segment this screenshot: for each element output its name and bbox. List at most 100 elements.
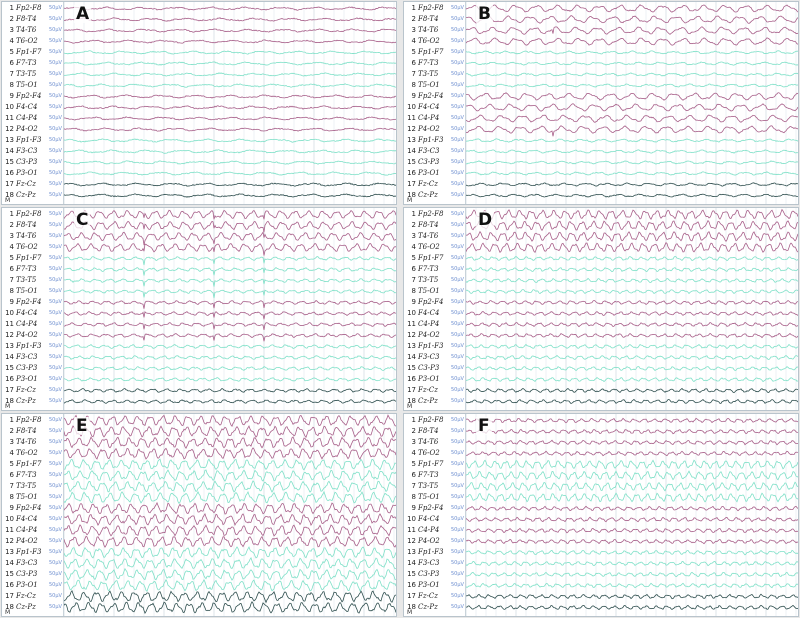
channel-row: 3 T4-T6 50µV (2, 437, 64, 448)
scale-label: 50µV (451, 170, 464, 176)
eeg-panel-e: 1 Fp2-F8 50µV 2 F8-T4 50µV 3 T4-T6 50µV 4 T6-O2 50µ… (1, 413, 397, 617)
channel-number: 10 (407, 103, 416, 111)
eeg-traces-svg (64, 414, 396, 616)
scale-label: 50µV (49, 494, 62, 500)
eeg-trace-area (466, 414, 798, 616)
channel-row: 6 F7-T3 50µV (2, 58, 64, 69)
scale-label: 50µV (451, 126, 464, 132)
channel-row: 17 Fz-Cz 50µV (404, 591, 466, 602)
channel-labels-b: 1 Fp2-F8 50µV 2 F8-T4 50µV 3 T4-T6 50µV 4 T6-O2 50µ… (404, 2, 466, 204)
scale-label: 50µV (49, 538, 62, 544)
scale-label: 50µV (451, 71, 464, 77)
channel-number: 3 (411, 438, 416, 446)
channel-name: T6-O2 (418, 243, 440, 251)
channel-name: F8-T4 (418, 221, 439, 229)
channel-row: 11 C4-P4 50µV (404, 113, 466, 124)
channel-row: 18 Cz-Pz 50µV (404, 396, 466, 407)
channel-name: T6-O2 (16, 449, 38, 457)
channel-name: Fp2-F8 (16, 210, 42, 218)
channel-row: 13 Fp1-F3 50µV (2, 341, 64, 352)
channel-name: T4-T6 (16, 232, 37, 240)
channel-name: F4-C4 (418, 103, 440, 111)
scale-label: 50µV (49, 343, 62, 349)
channel-number: 1 (411, 4, 416, 12)
eeg-traces-svg (466, 2, 798, 204)
channel-number: 6 (411, 265, 416, 273)
scale-label: 50µV (451, 398, 464, 404)
channel-row: 14 F3-C3 50µV (404, 352, 466, 363)
channel-name: Fz-Cz (418, 180, 438, 188)
channel-name: F4-C4 (418, 309, 440, 317)
channel-row: 3 T4-T6 50µV (404, 25, 466, 36)
channel-name: Fp1-F3 (418, 136, 444, 144)
channel-number: 17 (407, 592, 416, 600)
channel-row: 16 P3-O1 50µV (2, 374, 64, 385)
channel-name: Fp2-F8 (418, 210, 444, 218)
scale-label: 50µV (451, 60, 464, 66)
channel-row: 6 F7-T3 50µV (404, 470, 466, 481)
scale-label: 50µV (49, 211, 62, 217)
channel-row: 7 T3-T5 50µV (404, 275, 466, 286)
channel-number: 17 (5, 180, 14, 188)
channel-row: 1 Fp2-F8 50µV (2, 209, 64, 220)
channel-name: F8-T4 (16, 221, 37, 229)
channel-number: 15 (407, 364, 416, 372)
channel-row: 8 T5-O1 50µV (2, 492, 64, 503)
scale-label: 50µV (451, 571, 464, 577)
channel-name: Cz-Pz (418, 191, 438, 199)
channel-row: 11 C4-P4 50µV (404, 525, 466, 536)
channel-row: 4 T6-O2 50µV (2, 448, 64, 459)
channel-row: 13 Fp1-F3 50µV (2, 135, 64, 146)
channel-row: 4 T6-O2 50µV (404, 36, 466, 47)
channel-number: 14 (407, 353, 416, 361)
scale-label: 50µV (49, 5, 62, 11)
channel-labels-c: 1 Fp2-F8 50µV 2 F8-T4 50µV 3 T4-T6 50µV 4 T6-O2 50µ… (2, 208, 64, 410)
scale-label: 50µV (49, 255, 62, 261)
scale-label: 50µV (451, 16, 464, 22)
channel-number: 2 (411, 15, 416, 23)
channel-row: 13 Fp1-F3 50µV (404, 547, 466, 558)
eeg-traces-svg (466, 414, 798, 616)
scale-label: 50µV (49, 560, 62, 566)
channel-number: 7 (411, 482, 416, 490)
channel-row: 13 Fp1-F3 50µV (404, 341, 466, 352)
scale-label: 50µV (451, 192, 464, 198)
marker-label: M (407, 403, 413, 410)
channel-number: 10 (407, 309, 416, 317)
scale-label: 50µV (49, 398, 62, 404)
channel-number: 5 (411, 48, 416, 56)
channel-name: Fp1-F3 (16, 136, 42, 144)
channel-name: F7-T3 (16, 59, 37, 67)
channel-name: Cz-Pz (16, 397, 36, 405)
marker-label: M (407, 609, 413, 616)
channel-number: 13 (5, 136, 14, 144)
scale-label: 50µV (49, 170, 62, 176)
channel-row: 10 F4-C4 50µV (2, 308, 64, 319)
channel-row: 2 F8-T4 50µV (2, 220, 64, 231)
channel-name: P4-O2 (16, 331, 38, 339)
channel-row: 2 F8-T4 50µV (2, 426, 64, 437)
channel-name: F3-C3 (16, 559, 38, 567)
channel-row: 3 T4-T6 50µV (404, 231, 466, 242)
channel-number: 1 (9, 416, 14, 424)
scale-label: 50µV (451, 365, 464, 371)
marker-label: M (407, 197, 413, 204)
channel-row: 18 Cz-Pz 50µV (2, 396, 64, 407)
marker-label: M (5, 609, 11, 616)
channel-number: 8 (9, 287, 14, 295)
scale-label: 50µV (49, 104, 62, 110)
scale-label: 50µV (451, 104, 464, 110)
eeg-trace-area (466, 208, 798, 410)
scale-label: 50µV (49, 192, 62, 198)
scale-label: 50µV (451, 211, 464, 217)
channel-name: C4-P4 (418, 526, 440, 534)
channel-number: 16 (407, 581, 416, 589)
scale-label: 50µV (49, 461, 62, 467)
marker-label: M (5, 403, 11, 410)
channel-row: 8 T5-O1 50µV (2, 80, 64, 91)
channel-number: 2 (9, 15, 14, 23)
channel-number: 4 (411, 449, 416, 457)
channel-row: 9 Fp2-F4 50µV (2, 503, 64, 514)
channel-name: Fp2-F4 (418, 298, 444, 306)
channel-name: T4-T6 (16, 438, 37, 446)
